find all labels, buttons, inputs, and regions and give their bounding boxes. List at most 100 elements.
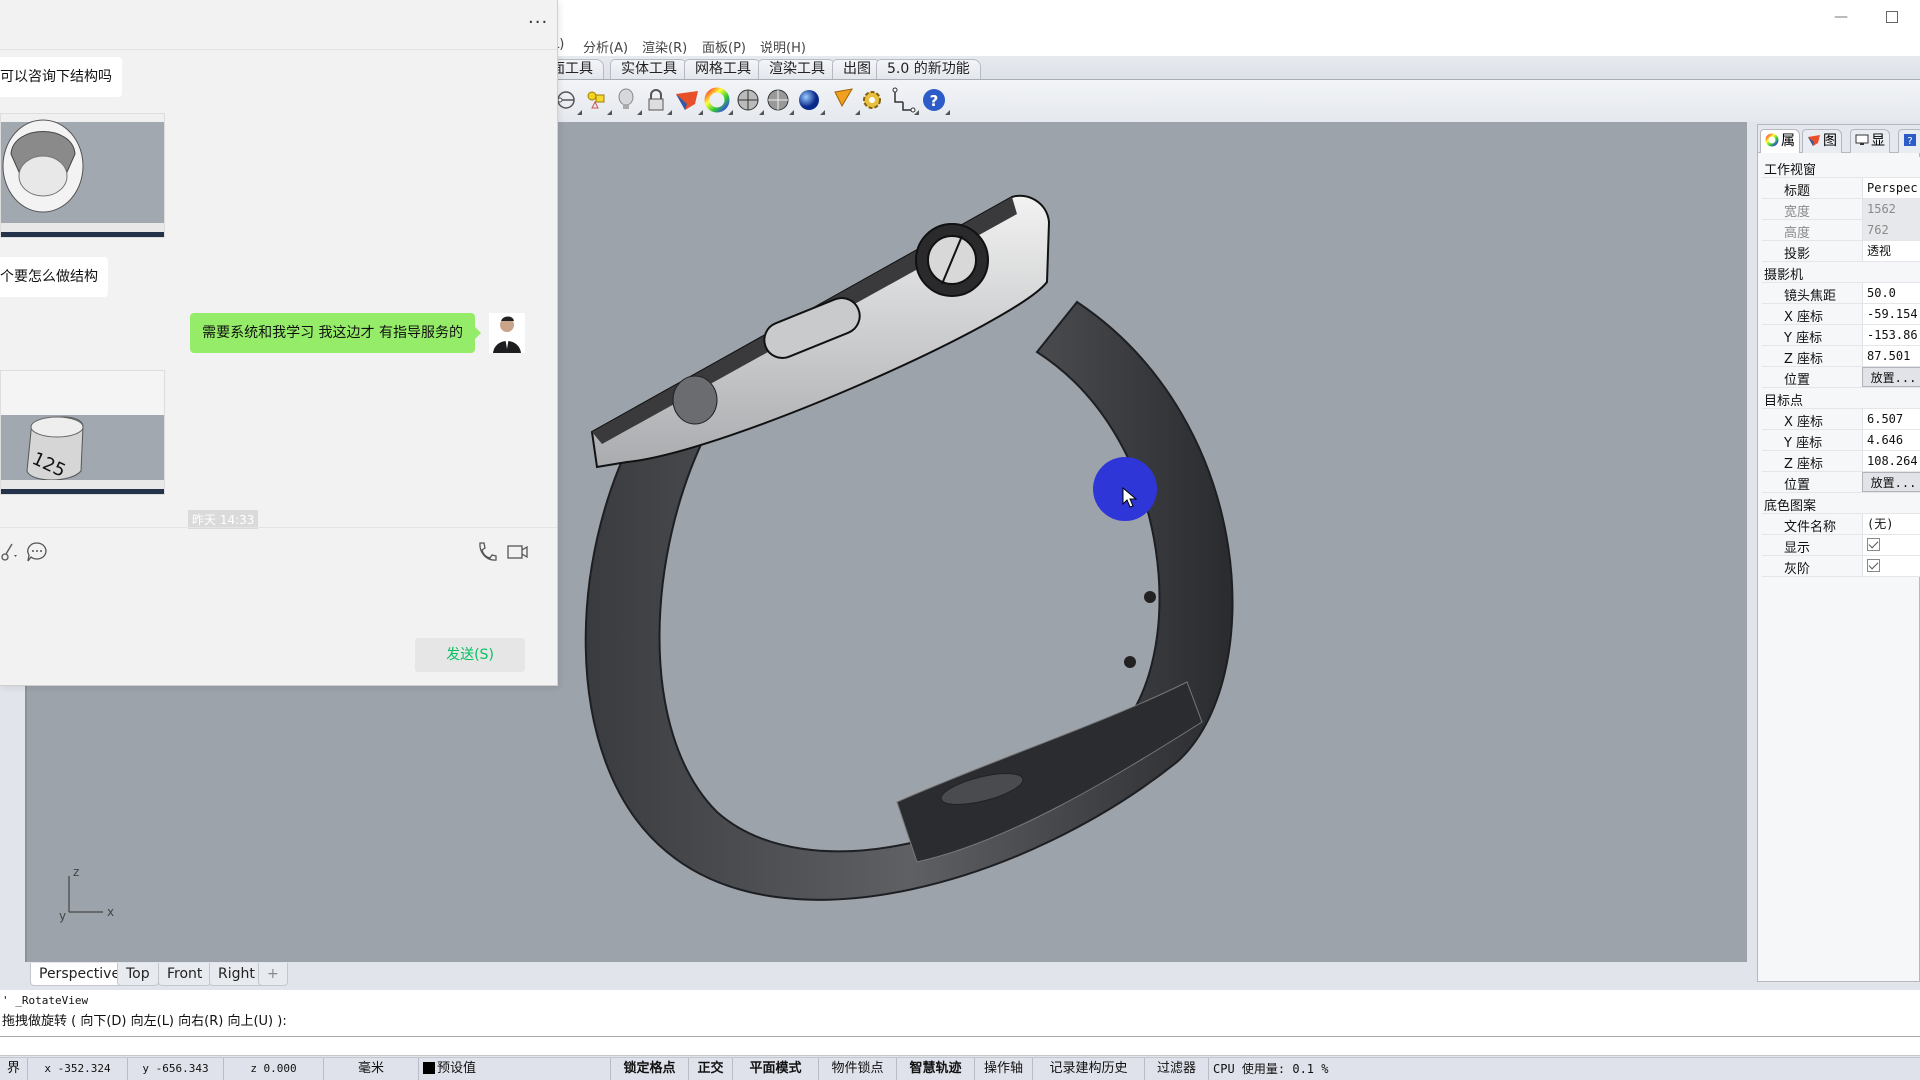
section-target: 目标点 [1762, 388, 1920, 409]
section-camera: 摄影机 [1762, 262, 1920, 283]
tab-layout[interactable]: 出图 [832, 59, 882, 79]
layer-color-swatch [423, 1062, 435, 1074]
grid-sphere-icon[interactable] [764, 86, 794, 115]
light-bulb-icon[interactable] [612, 86, 642, 115]
toggle-osnap[interactable]: 物件锁点 [819, 1058, 897, 1080]
display-icon [1855, 134, 1869, 145]
grayscale-checkbox[interactable] [1867, 559, 1880, 572]
prop-key: Y 座标 [1784, 331, 1823, 346]
properties-tabs: 属 图 显 ? [1758, 125, 1920, 153]
prop-value-lens[interactable]: 50.0 [1862, 283, 1920, 303]
prop-row-lens: 镜头焦距 50.0 [1762, 283, 1920, 304]
toggle-gumball[interactable]: 操作轴 [975, 1058, 1033, 1080]
message-image[interactable] [0, 113, 165, 238]
prop-value-target-z[interactable]: 108.264 [1862, 451, 1920, 471]
gear-options-icon[interactable] [858, 86, 886, 114]
message-outgoing: 需要系统和我学习 我这边才 有指导服务的 [190, 313, 481, 353]
section-target-title: 目标点 [1764, 394, 1804, 409]
more-options-button[interactable]: ··· [528, 12, 548, 33]
props-tab-properties[interactable]: 属 [1760, 129, 1800, 153]
toggle-filter[interactable]: 过滤器 [1145, 1058, 1209, 1080]
menu-item-help[interactable]: 说明(H) [760, 37, 806, 56]
shaded-sphere-icon[interactable] [734, 86, 764, 115]
prop-key: 高度 [1784, 226, 1811, 241]
viewport-tab-perspective[interactable]: Perspective [30, 963, 130, 986]
axis-z-label: z [73, 865, 79, 879]
command-input[interactable] [0, 1036, 1920, 1056]
prop-value-target-x[interactable]: 6.507 [1862, 409, 1920, 429]
user-avatar-icon [489, 313, 525, 353]
minimize-button[interactable]: — [1826, 6, 1856, 28]
voice-call-icon[interactable] [475, 540, 499, 564]
send-button[interactable]: 发送(S) [415, 638, 525, 672]
svg-text:?: ? [930, 92, 939, 110]
ring-125-thumbnail: 125 [26, 416, 84, 482]
prop-value-grayscale [1862, 556, 1920, 576]
dimension-icon[interactable] [889, 86, 919, 115]
toggle-ortho[interactable]: 正交 [689, 1058, 733, 1080]
chat-history-icon[interactable] [25, 540, 49, 564]
viewport-tab-front[interactable]: Front [158, 963, 212, 986]
viewport-tab-top[interactable]: Top [117, 963, 159, 986]
prop-row-target-y: Y 座标 4.646 [1762, 430, 1920, 451]
camera-place-button[interactable]: 放置... [1862, 367, 1920, 387]
menu-item-render[interactable]: 渲染(R) [642, 37, 687, 56]
prop-row-grayscale: 灰阶 [1762, 556, 1920, 577]
axis-y-label: y [59, 909, 66, 923]
prop-row-projection: 投影 透视 [1762, 241, 1920, 262]
tab-whats-new[interactable]: 5.0 的新功能 [876, 59, 981, 79]
prop-value-camera-x[interactable]: -59.154 [1862, 304, 1920, 324]
command-history: ' _RotateView 拖拽做旋转 ( 向下(D) 向左(L) 向右(R) … [0, 990, 1920, 1038]
video-call-icon[interactable] [506, 540, 530, 564]
props-tab-help[interactable]: ? [1898, 129, 1920, 153]
prop-row-camera-y: Y 座标 -153.86 [1762, 325, 1920, 346]
prop-value-projection[interactable]: 透视 [1862, 241, 1920, 261]
prop-value-target-y[interactable]: 4.646 [1862, 430, 1920, 450]
tab-solid-tools[interactable]: 实体工具 [610, 59, 688, 79]
prop-value-height: 762 [1862, 220, 1920, 240]
mouse-pointer-icon [1122, 487, 1138, 508]
prop-row-camera-z: Z 座标 87.501 [1762, 346, 1920, 367]
prop-value-camera-y[interactable]: -153.86 [1862, 325, 1920, 345]
world-axes-icon: z x y [59, 865, 114, 923]
menu-item-panels[interactable]: 面板(P) [702, 37, 746, 56]
prop-value-title[interactable]: Perspec [1862, 178, 1920, 198]
lock-icon[interactable] [642, 86, 672, 115]
props-tab-properties-label: 属 [1781, 133, 1795, 149]
menu-item-analyze[interactable]: 分析(A) [583, 37, 628, 56]
maximize-button[interactable] [1877, 6, 1907, 28]
tab-render-tools[interactable]: 渲染工具 [758, 59, 836, 79]
app-root: — L) 分析(A) 渲染(R) 面板(P) 说明(H) 面工具 实体工具 网格… [0, 0, 1920, 1080]
units-button[interactable]: 毫米 [324, 1058, 419, 1080]
props-tab-display[interactable]: 显 [1850, 129, 1890, 153]
layer-material-icon[interactable] [673, 86, 703, 115]
layer-icon [1808, 135, 1820, 146]
help-icon[interactable]: ? [920, 86, 950, 115]
prop-value-filename[interactable]: (无) [1862, 514, 1920, 534]
message-image[interactable]: 125 [0, 370, 165, 495]
toggle-planar[interactable]: 平面模式 [733, 1058, 819, 1080]
tab-mesh-tools[interactable]: 网格工具 [684, 59, 762, 79]
show-checkbox[interactable] [1867, 538, 1880, 551]
prop-row-target-z: Z 座标 108.264 [1762, 451, 1920, 472]
props-tab-layers[interactable]: 图 [1802, 129, 1842, 153]
viewport-tab-right[interactable]: Right [209, 963, 264, 986]
object-snap-icon[interactable] [582, 86, 612, 115]
prop-value-camera-z[interactable]: 87.501 [1862, 346, 1920, 366]
section-viewport-title: 工作视窗 [1764, 163, 1817, 178]
target-place-button[interactable]: 放置... [1862, 472, 1920, 492]
screenshot-scissors-icon[interactable] [0, 540, 24, 564]
cone-select-icon[interactable] [830, 86, 860, 115]
toggle-record-history[interactable]: 记录建构历史 [1033, 1058, 1145, 1080]
toggle-smarttrack[interactable]: 智慧轨迹 [897, 1058, 975, 1080]
color-wheel-icon[interactable] [703, 86, 733, 115]
coord-z: z 0.000 [224, 1058, 324, 1080]
avatar[interactable] [489, 313, 525, 353]
add-viewport-tab-button[interactable]: + [258, 963, 288, 986]
toggle-grid-snap[interactable]: 锁定格点 [611, 1058, 689, 1080]
axis-x-label: x [107, 905, 114, 919]
layer-button[interactable]: 预设值 [419, 1058, 611, 1080]
props-tab-display-label: 显 [1871, 133, 1885, 149]
rendered-sphere-icon[interactable] [795, 86, 825, 115]
viewport-tabs: Perspective Top Front Right + [25, 963, 1747, 989]
